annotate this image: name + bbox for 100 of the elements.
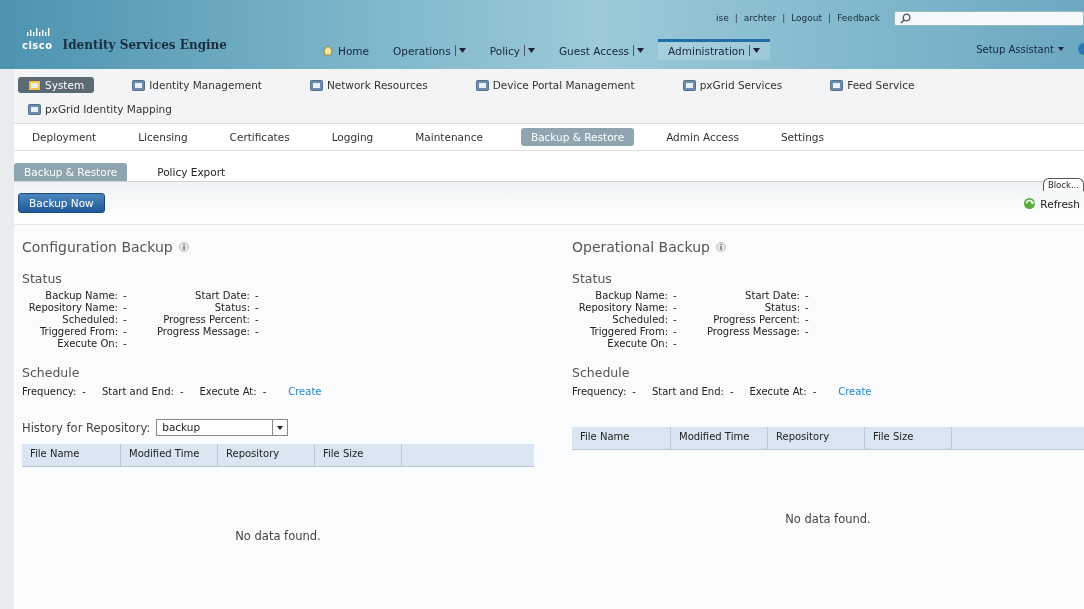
caret-icon	[637, 48, 645, 53]
block-tab[interactable]: Block...	[1042, 178, 1084, 191]
separator: |	[782, 13, 786, 23]
field-value: -	[804, 326, 810, 337]
column-header[interactable]: Modified Time	[121, 444, 218, 466]
field-value: -	[672, 290, 678, 301]
column-header[interactable]: File Name	[572, 427, 671, 449]
search-field[interactable]	[894, 10, 1084, 26]
section-title: Operational Backup	[572, 239, 710, 255]
nav-tab[interactable]: Policy	[479, 38, 545, 60]
sub-tab[interactable]: Admin Access	[656, 128, 749, 146]
field-label: Triggered From:	[588, 326, 668, 337]
admin-menu-item[interactable]: pxGrid Services	[672, 77, 793, 93]
nav-tab[interactable]: Home	[312, 38, 379, 60]
column-header[interactable]: File Name	[22, 444, 121, 466]
home-icon	[322, 45, 334, 56]
field-label: Start and End:	[651, 386, 724, 397]
caret-icon	[752, 48, 760, 53]
sub-tab[interactable]: Certificates	[219, 128, 300, 146]
field-label: Execute On:	[606, 338, 668, 349]
section-heading: Schedule	[572, 365, 631, 380]
field-value: -	[672, 302, 678, 313]
field-label: Status:	[763, 302, 800, 313]
info-icon[interactable]	[715, 242, 726, 252]
refresh-button[interactable]: Refresh	[1023, 197, 1080, 210]
nav-tab[interactable]: Administration	[658, 38, 770, 60]
app-icon	[132, 79, 146, 91]
header-link[interactable]: ise	[716, 13, 729, 23]
app-icon	[682, 79, 696, 91]
product-name: Identity Services Engine	[62, 38, 227, 52]
field-label: Repository Name:	[27, 302, 118, 313]
nav-tab[interactable]: Guest Access	[548, 38, 655, 60]
admin-menu-item[interactable]: Feed Service	[820, 77, 925, 93]
sub-tab[interactable]: Logging	[321, 128, 384, 146]
help-icon[interactable]	[1076, 43, 1084, 55]
field-value: -	[804, 302, 810, 313]
column-header[interactable]: Repository	[768, 427, 865, 449]
caret-icon	[1058, 47, 1064, 51]
sub-tab[interactable]: Maintenance	[405, 128, 493, 146]
field-value: -	[122, 302, 128, 313]
admin-menu-item[interactable]: Device Portal Management	[465, 77, 645, 93]
refresh-icon	[1023, 197, 1037, 210]
field-label: Execute At:	[199, 386, 257, 397]
field-label: Frequency:	[22, 386, 77, 397]
repository-dropdown[interactable]: backup	[156, 419, 289, 436]
sub-tab[interactable]: Licensing	[128, 128, 198, 146]
page-tab[interactable]: Policy Export	[147, 163, 236, 181]
field-label: Frequency:	[572, 386, 627, 397]
separator: |	[734, 13, 738, 23]
field-label: Start Date:	[194, 290, 250, 301]
nav-tab[interactable]: Operations	[383, 38, 476, 60]
field-label: Start and End:	[101, 386, 174, 397]
app-icon	[28, 79, 41, 91]
sub-tab[interactable]: Deployment	[22, 128, 107, 146]
logo-text: cisco	[22, 40, 53, 51]
field-value: -	[672, 314, 678, 325]
field-value: -	[254, 326, 260, 337]
section-title: Configuration Backup	[22, 239, 173, 255]
field-value: -	[262, 386, 267, 397]
header-link[interactable]: Feedback	[837, 13, 880, 23]
empty-message: No data found.	[234, 529, 322, 543]
field-label: Start Date:	[744, 290, 800, 301]
search-icon	[900, 12, 911, 24]
header-link[interactable]: archter	[743, 13, 777, 23]
field-label: Execute At:	[749, 386, 807, 397]
separator: |	[828, 13, 832, 23]
column-header[interactable]: Modified Time	[671, 427, 768, 449]
field-label: Progress Message:	[705, 326, 800, 337]
field-value: -	[122, 314, 128, 325]
app-icon	[475, 79, 489, 91]
field-value: -	[82, 386, 86, 397]
column-header[interactable]: File Size	[315, 444, 402, 466]
column-header[interactable]: Repository	[218, 444, 315, 466]
field-value: -	[729, 386, 734, 397]
section-heading: Schedule	[22, 365, 81, 380]
field-value: -	[122, 290, 128, 301]
create-link[interactable]: Create	[288, 386, 322, 397]
field-value: -	[254, 314, 260, 325]
setup-assistant-menu[interactable]: Setup Assistant	[976, 43, 1064, 55]
info-icon[interactable]	[178, 242, 189, 252]
field-label: Backup Name:	[44, 290, 118, 301]
field-label: Repository Name:	[577, 302, 668, 313]
caret-icon	[527, 48, 535, 53]
admin-menu-item[interactable]: pxGrid Identity Mapping	[18, 101, 182, 117]
section-heading: Status	[572, 271, 613, 286]
field-label: Backup Name:	[594, 290, 668, 301]
admin-menu-item[interactable]: Network Resources	[299, 77, 438, 93]
header-link[interactable]: Logout	[791, 13, 823, 23]
sub-tab[interactable]: Settings	[770, 128, 834, 146]
field-label: Status:	[213, 302, 250, 313]
app-icon	[830, 79, 844, 91]
field-value: -	[812, 386, 817, 397]
field-value: -	[254, 290, 260, 301]
field-value: -	[179, 386, 184, 397]
admin-menu-item[interactable]: Identity Management	[122, 77, 272, 93]
field-value: -	[672, 326, 678, 337]
column-header[interactable]: File Size	[865, 427, 952, 449]
admin-menu-item[interactable]: System	[18, 77, 95, 93]
backup-now-button[interactable]: Backup Now	[18, 193, 105, 213]
create-link[interactable]: Create	[838, 386, 872, 397]
